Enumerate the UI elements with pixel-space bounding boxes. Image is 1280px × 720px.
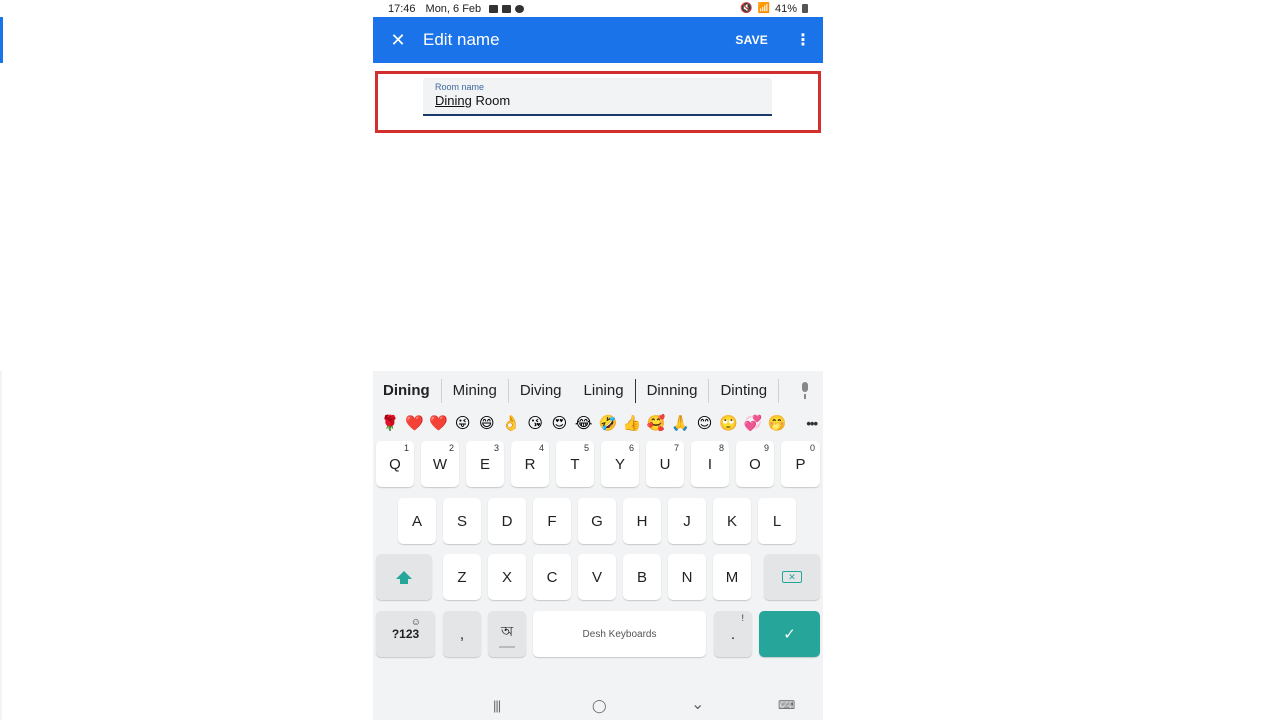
key-t[interactable]: T5 bbox=[556, 441, 594, 487]
back-icon[interactable]: ⌄ bbox=[691, 694, 704, 714]
language-key[interactable]: অ bbox=[488, 611, 526, 657]
close-icon[interactable]: ✕ bbox=[373, 30, 423, 51]
key-k[interactable]: K bbox=[713, 498, 751, 544]
emoji-heart[interactable]: ❤️ bbox=[402, 414, 426, 432]
key-b[interactable]: B bbox=[623, 554, 661, 600]
key-l[interactable]: L bbox=[758, 498, 796, 544]
key-a[interactable]: A bbox=[398, 498, 436, 544]
key-p[interactable]: P0 bbox=[781, 441, 820, 487]
backspace-key[interactable]: ✕ bbox=[764, 554, 820, 600]
key-x[interactable]: X bbox=[488, 554, 526, 600]
key-i[interactable]: I8 bbox=[691, 441, 729, 487]
key-f[interactable]: F bbox=[533, 498, 571, 544]
key-c[interactable]: C bbox=[533, 554, 571, 600]
recents-icon[interactable]: ||| bbox=[493, 698, 501, 713]
emoji-blush[interactable]: 😊 bbox=[692, 414, 716, 432]
gallery-icon bbox=[489, 4, 499, 13]
emoji-kiss[interactable]: 😘 bbox=[523, 414, 547, 432]
key-y[interactable]: Y6 bbox=[601, 441, 639, 487]
composing-word: Dining bbox=[435, 93, 472, 108]
battery-percent: 41% bbox=[774, 2, 797, 15]
emoji-rose[interactable]: 🌹 bbox=[378, 414, 402, 432]
key-u[interactable]: U7 bbox=[646, 441, 684, 487]
key-o[interactable]: O9 bbox=[736, 441, 774, 487]
space-bar[interactable]: Desh Keyboards bbox=[533, 611, 706, 657]
key-e[interactable]: E3 bbox=[466, 441, 504, 487]
key-j[interactable]: J bbox=[668, 498, 706, 544]
emoji-pray[interactable]: 🙏 bbox=[668, 414, 692, 432]
emoji-hand-over-mouth[interactable]: 🤭 bbox=[765, 414, 789, 432]
keyboard-switch-icon[interactable]: ⌨ bbox=[778, 698, 795, 712]
emoji-tears-of-joy[interactable]: 😂 bbox=[572, 414, 596, 432]
emoji-heart-red[interactable]: ❤️ bbox=[426, 414, 450, 432]
emoji-tongue[interactable]: 😜 bbox=[451, 414, 475, 432]
suggestion-5[interactable]: Dinning bbox=[636, 379, 710, 403]
backspace-icon: ✕ bbox=[782, 571, 802, 583]
key-row-2: A S D F G H J K L bbox=[373, 498, 823, 546]
emoji-bar: 🌹 ❤️ ❤️ 😜 😄 👌 😘 😍 😂 🤣 👍 🥰 🙏 😊 🙄 💞 🤭 ••• bbox=[373, 411, 823, 435]
emoji-ok-hand[interactable]: 👌 bbox=[499, 414, 523, 432]
language-underline bbox=[499, 646, 515, 648]
emoji-eye-roll[interactable]: 🙄 bbox=[717, 414, 741, 432]
suggestion-6[interactable]: Dinting bbox=[709, 379, 780, 403]
shift-key[interactable] bbox=[376, 554, 432, 600]
shift-icon bbox=[396, 571, 412, 584]
value-rest: Room bbox=[471, 93, 511, 108]
emoji-more-icon[interactable]: ••• bbox=[806, 416, 818, 431]
key-d[interactable]: D bbox=[488, 498, 526, 544]
room-name-input[interactable]: Dining Room bbox=[435, 93, 760, 108]
room-name-label: Room name bbox=[435, 82, 485, 92]
key-w[interactable]: W2 bbox=[421, 441, 459, 487]
microphone-icon[interactable] bbox=[797, 382, 813, 400]
period-key[interactable]: .! bbox=[714, 611, 752, 657]
key-row-1: Q1 W2 E3 R4 T5 Y6 U7 I8 O9 P0 bbox=[373, 441, 823, 489]
mute-icon: 🔇 bbox=[740, 3, 753, 14]
emoji-grin[interactable]: 😄 bbox=[475, 414, 499, 432]
chat-icon bbox=[515, 4, 525, 13]
emoji-thumbs-up[interactable]: 👍 bbox=[620, 414, 644, 432]
suggestion-bar: Dining Mining Diving Lining Dinning Dint… bbox=[373, 377, 823, 405]
page-title: Edit name bbox=[423, 30, 500, 49]
keyboard: Dining Mining Diving Lining Dinning Dint… bbox=[373, 371, 823, 720]
battery-icon bbox=[802, 4, 808, 13]
more-options-icon[interactable]: ⋮ bbox=[788, 30, 818, 50]
emoji-two-hearts[interactable]: 💞 bbox=[741, 414, 765, 432]
emoji-smiling-hearts[interactable]: 🥰 bbox=[644, 414, 668, 432]
key-m[interactable]: M bbox=[713, 554, 751, 600]
status-bar: 17:46 Mon, 6 Feb 🔇 📶 41% bbox=[373, 0, 823, 17]
app-bar: ✕ Edit name SAVE ⋮ bbox=[373, 17, 823, 63]
suggestion-1[interactable]: Dining bbox=[373, 379, 442, 403]
key-z[interactable]: Z bbox=[443, 554, 481, 600]
background-edge-bar bbox=[0, 17, 3, 63]
key-v[interactable]: V bbox=[578, 554, 616, 600]
emoji-heart-eyes[interactable]: 😍 bbox=[547, 414, 571, 432]
suggestion-2[interactable]: Mining bbox=[442, 379, 509, 403]
navigation-bar: ||| ◯ ⌄ ⌨ bbox=[373, 692, 823, 720]
save-button[interactable]: SAVE bbox=[735, 33, 768, 47]
key-s[interactable]: S bbox=[443, 498, 481, 544]
room-name-field[interactable]: Room name Dining Room bbox=[423, 78, 772, 116]
key-n[interactable]: N bbox=[668, 554, 706, 600]
key-q[interactable]: Q1 bbox=[376, 441, 414, 487]
emoji-hint-icon: ☺ bbox=[410, 617, 421, 628]
symbols-key[interactable]: ?123 ☺ bbox=[376, 611, 435, 657]
key-h[interactable]: H bbox=[623, 498, 661, 544]
emoji-rofl[interactable]: 🤣 bbox=[596, 414, 620, 432]
status-time: 17:46 bbox=[388, 2, 416, 15]
status-date: Mon, 6 Feb bbox=[425, 2, 482, 15]
key-g[interactable]: G bbox=[578, 498, 616, 544]
home-icon[interactable]: ◯ bbox=[592, 698, 607, 714]
key-r[interactable]: R4 bbox=[511, 441, 549, 487]
suggestion-4[interactable]: Lining bbox=[573, 379, 636, 403]
suggestion-3[interactable]: Diving bbox=[509, 379, 573, 403]
key-row-3: Z X C V B N M ✕ bbox=[373, 554, 823, 602]
key-row-4: ?123 ☺ , অ Desh Keyboards .! ✓ bbox=[373, 611, 823, 659]
background-edge-line bbox=[0, 371, 2, 720]
done-key[interactable]: ✓ bbox=[759, 611, 820, 657]
youtube-icon bbox=[502, 4, 512, 13]
comma-key[interactable]: , bbox=[443, 611, 481, 657]
wifi-icon: 📶 bbox=[757, 3, 770, 14]
phone-screen: 17:46 Mon, 6 Feb 🔇 📶 41% ✕ Edit name SAV… bbox=[373, 0, 823, 720]
